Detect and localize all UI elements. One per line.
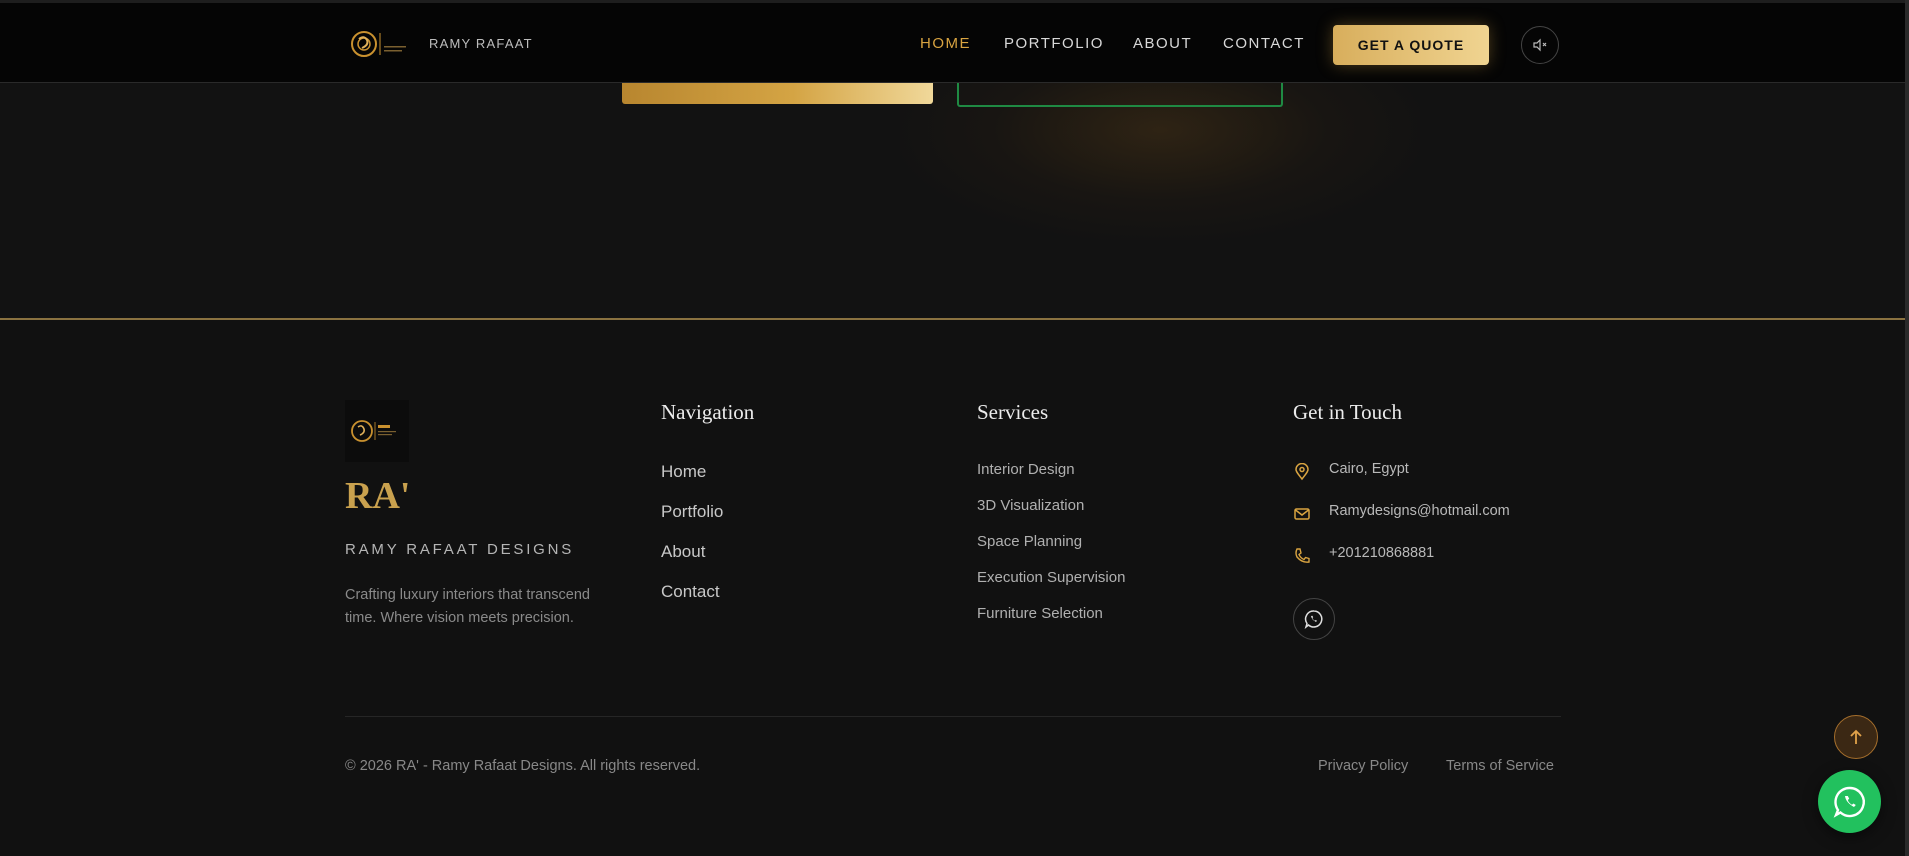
footer-divider — [345, 716, 1561, 717]
service-item[interactable]: Execution Supervision — [977, 569, 1125, 586]
mail-icon — [1294, 508, 1310, 520]
nav-contact[interactable]: CONTACT — [1223, 35, 1305, 52]
footer-link-home[interactable]: Home — [661, 462, 706, 482]
brand-name[interactable]: RAMY RAFAAT — [429, 36, 533, 51]
whatsapp-icon — [1833, 786, 1865, 818]
copyright-text: © 2026 RA' - Ramy Rafaat Designs. All ri… — [345, 758, 701, 774]
section-divider — [0, 318, 1905, 320]
service-item[interactable]: Space Planning — [977, 533, 1082, 550]
contact-phone[interactable]: +201210868881 — [1329, 545, 1434, 561]
phone-icon — [1295, 548, 1310, 563]
footer-link-about[interactable]: About — [661, 542, 705, 562]
contact-heading: Get in Touch — [1293, 400, 1402, 424]
footer-description: Crafting luxury interiors that transcend… — [345, 587, 590, 626]
speaker-muted-icon — [1533, 38, 1547, 52]
footer-wordmark: RA' — [345, 475, 411, 517]
navigation-heading: Navigation — [661, 400, 755, 424]
contact-location: Cairo, Egypt — [1329, 461, 1409, 477]
contact-email[interactable]: Ramydesigns@hotmail.com — [1329, 503, 1510, 519]
privacy-policy-link[interactable]: Privacy Policy — [1318, 758, 1408, 774]
footer-whatsapp-button[interactable] — [1293, 598, 1335, 640]
logo-icon — [351, 420, 396, 442]
site-header: RAMY RAFAAT HOME PORTFOLIO ABOUT CONTACT… — [0, 0, 1905, 83]
location-pin-icon — [1295, 463, 1309, 481]
footer-subtitle: RAMY RAFAAT DESIGNS — [345, 541, 575, 558]
service-item[interactable]: Furniture Selection — [977, 605, 1103, 622]
footer-logo — [345, 400, 409, 462]
footer-link-portfolio[interactable]: Portfolio — [661, 502, 723, 522]
nav-portfolio[interactable]: PORTFOLIO — [1004, 35, 1104, 52]
arrow-up-icon — [1850, 729, 1862, 744]
service-item[interactable]: Interior Design — [977, 461, 1075, 478]
service-item[interactable]: 3D Visualization — [977, 497, 1084, 514]
nav-home[interactable]: HOME — [920, 35, 971, 52]
services-heading: Services — [977, 400, 1049, 424]
whatsapp-icon — [1304, 610, 1323, 629]
back-to-top-button[interactable] — [1834, 715, 1878, 759]
whatsapp-float-button[interactable] — [1818, 770, 1881, 833]
window-edge — [1905, 0, 1909, 856]
logo-icon[interactable] — [350, 27, 414, 61]
sound-toggle-button[interactable] — [1521, 26, 1559, 64]
nav-about[interactable]: ABOUT — [1133, 35, 1192, 52]
terms-of-service-link[interactable]: Terms of Service — [1446, 758, 1554, 774]
get-quote-button[interactable]: GET A QUOTE — [1333, 25, 1489, 65]
footer-link-contact[interactable]: Contact — [661, 582, 720, 602]
